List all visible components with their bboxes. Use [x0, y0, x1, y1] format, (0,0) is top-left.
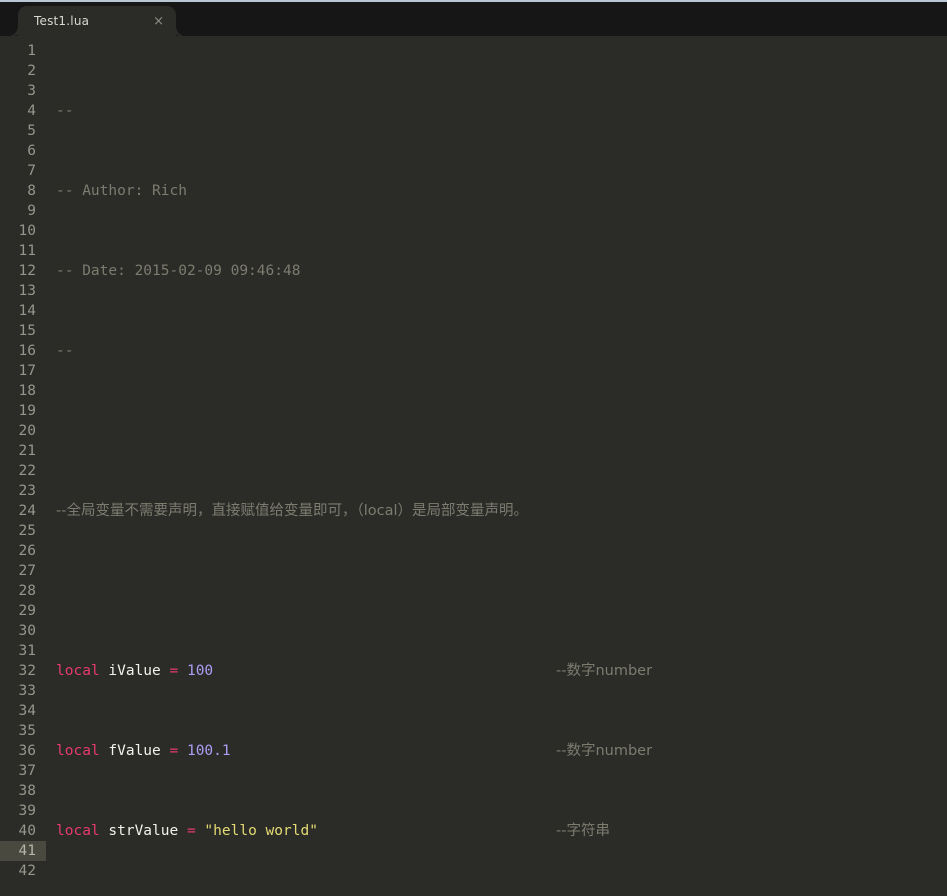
- code-line: --全局变量不需要声明，直接赋值给变量即可，（local）是局部变量声明。: [46, 501, 947, 521]
- identifier: strValue: [99, 823, 187, 839]
- operator-assign: =: [186, 823, 196, 839]
- line-number: 36: [18, 743, 36, 759]
- line-number: 19: [18, 403, 36, 419]
- line-number: 21: [18, 443, 36, 459]
- identifier: iValue: [99, 663, 170, 679]
- trailing-comment: --字符串: [556, 823, 610, 839]
- comment-token: -- Author: Rich: [56, 183, 187, 199]
- line-number: 7: [27, 163, 36, 179]
- line-number: 42: [18, 863, 36, 879]
- line-number: 26: [18, 543, 36, 559]
- line-number: 34: [18, 703, 36, 719]
- line-number: 24: [18, 503, 36, 519]
- line-number: 14: [18, 303, 36, 319]
- line-number: 3: [27, 83, 36, 99]
- line-number: 4: [27, 103, 36, 119]
- line-number: 6: [27, 143, 36, 159]
- tab-test1-lua[interactable]: Test1.lua ×: [18, 6, 176, 36]
- string-literal: "hello world": [195, 823, 318, 839]
- code-line: local fValue = 100.1 --数字number: [46, 741, 947, 761]
- tab-bar: Test1.lua ×: [0, 0, 947, 36]
- code-content[interactable]: -- -- Author: Rich -- Date: 2015-02-09 0…: [46, 36, 947, 896]
- code-line: -- Date: 2015-02-09 09:46:48: [46, 261, 947, 281]
- code-line: local strValue = "hello world" --字符串: [46, 821, 947, 841]
- keyword-local: local: [56, 823, 100, 839]
- line-number-gutter: 1 2 3 4 5 6 7 8 9 10 11 12 13 14 15 16 1…: [0, 36, 46, 896]
- comment-token: -- Date: 2015-02-09 09:46:48: [56, 263, 301, 279]
- identifier: fValue: [99, 743, 170, 759]
- line-number: 39: [18, 803, 36, 819]
- line-number: 10: [18, 223, 36, 239]
- trailing-comment: --数字number: [556, 663, 653, 679]
- line-number: 15: [18, 323, 36, 339]
- line-number: 22: [18, 463, 36, 479]
- line-number: 11: [18, 243, 36, 259]
- line-number: 25: [18, 523, 36, 539]
- keyword-local: local: [56, 663, 100, 679]
- line-number: 38: [18, 783, 36, 799]
- operator-assign: =: [169, 743, 179, 759]
- line-number: 18: [18, 383, 36, 399]
- comment-token: --: [56, 103, 74, 119]
- code-line: --: [46, 341, 947, 361]
- number-literal: 100.1: [178, 743, 231, 759]
- line-number: 23: [18, 483, 36, 499]
- line-number: 17: [18, 363, 36, 379]
- line-number: 12: [18, 263, 36, 279]
- line-number: 33: [18, 683, 36, 699]
- trailing-comment: --数字number: [556, 743, 653, 759]
- number-literal: 100: [178, 663, 214, 679]
- line-number: 5: [27, 123, 36, 139]
- line-number: 16: [18, 343, 36, 359]
- code-editor-window: Test1.lua × 1 2 3 4 5 6 7 8 9 10 11 12 1…: [0, 0, 947, 896]
- comment-token: --全局变量不需要声明，直接赋值给变量即可，（local）是局部变量声明。: [56, 503, 528, 519]
- line-number: 13: [18, 283, 36, 299]
- comment-token: --: [56, 343, 74, 359]
- code-line: --: [46, 101, 947, 121]
- line-number: 8: [27, 183, 36, 199]
- line-number: 27: [18, 563, 36, 579]
- line-number: 35: [18, 723, 36, 739]
- code-line: -- Author: Rich: [46, 181, 947, 201]
- line-number: 32: [18, 663, 36, 679]
- close-icon[interactable]: ×: [153, 15, 164, 28]
- line-number-active: 41: [0, 841, 46, 861]
- keyword-local: local: [56, 743, 100, 759]
- line-number: 30: [18, 623, 36, 639]
- line-number: 2: [27, 63, 36, 79]
- tab-title: Test1.lua: [34, 14, 90, 28]
- line-number: 20: [18, 423, 36, 439]
- line-number: 37: [18, 763, 36, 779]
- line-number: 1: [27, 43, 36, 59]
- line-number: 31: [18, 643, 36, 659]
- line-number: 29: [18, 603, 36, 619]
- operator-assign: =: [169, 663, 179, 679]
- line-number: 28: [18, 583, 36, 599]
- line-number: 40: [18, 823, 36, 839]
- editor-area[interactable]: 1 2 3 4 5 6 7 8 9 10 11 12 13 14 15 16 1…: [0, 36, 947, 896]
- code-line: local iValue = 100 --数字number: [46, 661, 947, 681]
- line-number: 9: [27, 203, 36, 219]
